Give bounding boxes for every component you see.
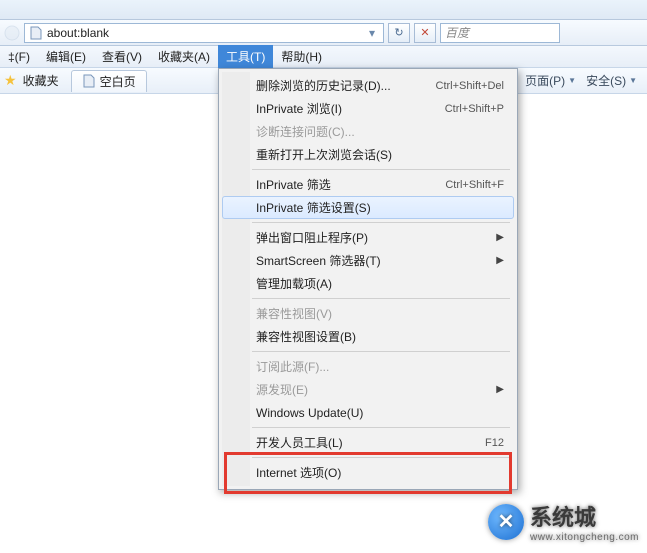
- menu-item-label: InPrivate 筛选: [256, 176, 331, 193]
- command-bar: 页面(P)▼ 安全(S)▼: [525, 72, 643, 89]
- page-icon: [29, 26, 43, 40]
- menu-item-label: 开发人员工具(L): [256, 434, 343, 451]
- menu-file[interactable]: ‡(F): [0, 47, 38, 67]
- menu-item: 源发现(E) ▶: [222, 378, 514, 401]
- menu-item[interactable]: SmartScreen 筛选器(T) ▶: [222, 249, 514, 272]
- menu-item[interactable]: InPrivate 筛选设置(S): [222, 196, 514, 219]
- submenu-arrow-icon: ▶: [496, 384, 504, 395]
- url-text: about:blank: [47, 26, 361, 40]
- menu-item-label: Internet 选项(O): [256, 464, 341, 481]
- menu-item[interactable]: InPrivate 筛选 Ctrl+Shift+F: [222, 173, 514, 196]
- menu-item-label: 订阅此源(F)...: [256, 358, 329, 375]
- menu-separator: [252, 298, 510, 299]
- page-menu-button[interactable]: 页面(P)▼: [525, 72, 576, 89]
- menu-item[interactable]: Windows Update(U): [222, 401, 514, 424]
- menu-item[interactable]: 兼容性视图设置(B): [222, 325, 514, 348]
- menu-separator: [252, 351, 510, 352]
- menu-item[interactable]: 管理加载项(A): [222, 272, 514, 295]
- favorites-label[interactable]: 收藏夹: [23, 72, 59, 89]
- tools-dropdown-menu: 删除浏览的历史记录(D)... Ctrl+Shift+Del InPrivate 浏…: [218, 68, 518, 490]
- search-placeholder: 百度: [445, 24, 469, 41]
- menu-tools[interactable]: 工具(T): [218, 45, 273, 68]
- favorites-star-icon[interactable]: ★: [4, 72, 17, 89]
- menu-item-label: 兼容性视图设置(B): [256, 328, 356, 345]
- menu-item[interactable]: 开发人员工具(L) F12: [222, 431, 514, 454]
- refresh-button[interactable]: ↻: [388, 23, 410, 43]
- watermark-badge-icon: ✕: [488, 504, 524, 540]
- menubar: ‡(F) 编辑(E) 查看(V) 收藏夹(A) 工具(T) 帮助(H): [0, 46, 647, 68]
- menu-item[interactable]: 删除浏览的历史记录(D)... Ctrl+Shift+Del: [222, 74, 514, 97]
- menu-item-shortcut: Ctrl+Shift+F: [445, 179, 504, 191]
- menu-separator: [252, 169, 510, 170]
- menu-separator: [252, 427, 510, 428]
- menu-item-label: 源发现(E): [256, 381, 308, 398]
- menu-separator: [252, 222, 510, 223]
- menu-item-shortcut: Ctrl+Shift+Del: [436, 80, 504, 92]
- watermark-title: 系统城: [530, 500, 639, 532]
- menu-item-label: 删除浏览的历史记录(D)...: [256, 77, 391, 94]
- back-button[interactable]: [4, 25, 20, 41]
- menu-item-label: 兼容性视图(V): [256, 305, 332, 322]
- menu-item-shortcut: Ctrl+Shift+P: [445, 103, 504, 115]
- menu-help[interactable]: 帮助(H): [273, 45, 330, 68]
- address-bar: about:blank ▾ ↻ ✕ 百度: [0, 20, 647, 46]
- menu-item: 诊断连接问题(C)...: [222, 120, 514, 143]
- menu-item[interactable]: Internet 选项(O): [222, 461, 514, 484]
- safety-menu-button[interactable]: 安全(S)▼: [586, 72, 637, 89]
- menu-favorites[interactable]: 收藏夹(A): [150, 45, 218, 68]
- submenu-arrow-icon: ▶: [496, 255, 504, 266]
- menu-item: 订阅此源(F)...: [222, 355, 514, 378]
- menu-item-label: InPrivate 筛选设置(S): [256, 199, 371, 216]
- tab-title: 空白页: [100, 73, 136, 90]
- watermark: ✕ 系统城 www.xitongcheng.com: [488, 500, 639, 543]
- submenu-arrow-icon: ▶: [496, 232, 504, 243]
- menu-item-label: SmartScreen 筛选器(T): [256, 252, 381, 269]
- menu-edit[interactable]: 编辑(E): [38, 45, 94, 68]
- chevron-down-icon: ▼: [629, 76, 637, 85]
- window-titlebar-fragment: [0, 0, 647, 20]
- menu-view[interactable]: 查看(V): [94, 45, 150, 68]
- url-dropdown-icon[interactable]: ▾: [365, 26, 379, 40]
- menu-item-shortcut: F12: [485, 437, 504, 449]
- menu-item[interactable]: 弹出窗口阻止程序(P) ▶: [222, 226, 514, 249]
- stop-button[interactable]: ✕: [414, 23, 436, 43]
- menu-item-label: InPrivate 浏览(I): [256, 100, 342, 117]
- menu-item-label: 弹出窗口阻止程序(P): [256, 229, 368, 246]
- browser-tab[interactable]: 空白页: [71, 70, 147, 92]
- menu-item-label: 重新打开上次浏览会话(S): [256, 146, 392, 163]
- page-icon: [82, 74, 96, 88]
- menu-item[interactable]: 重新打开上次浏览会话(S): [222, 143, 514, 166]
- menu-item-label: 管理加载项(A): [256, 275, 332, 292]
- search-input[interactable]: 百度: [440, 23, 560, 43]
- menu-item-label: 诊断连接问题(C)...: [256, 123, 355, 140]
- menu-item[interactable]: InPrivate 浏览(I) Ctrl+Shift+P: [222, 97, 514, 120]
- menu-separator: [252, 457, 510, 458]
- menu-item-label: Windows Update(U): [256, 406, 363, 420]
- address-input[interactable]: about:blank ▾: [24, 23, 384, 43]
- watermark-url: www.xitongcheng.com: [530, 532, 639, 543]
- chevron-down-icon: ▼: [568, 76, 576, 85]
- menu-item: 兼容性视图(V): [222, 302, 514, 325]
